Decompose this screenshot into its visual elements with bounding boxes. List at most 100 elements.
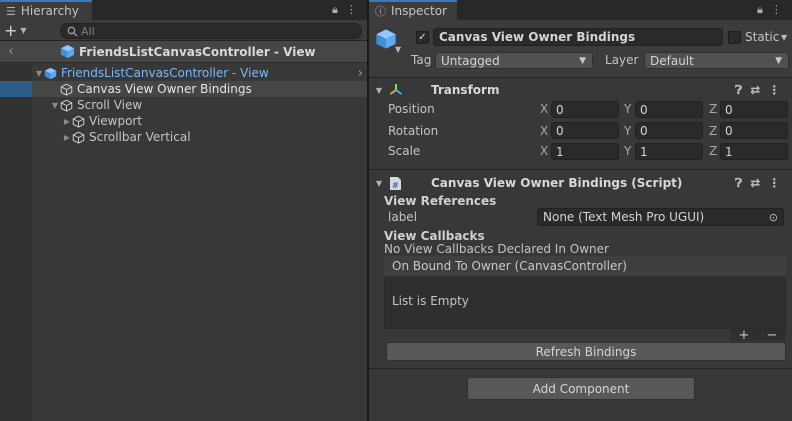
field-value: 1 [725, 144, 733, 159]
field-value: 0 [640, 102, 648, 117]
scale-z-field[interactable]: 1 [720, 143, 788, 160]
axis-y-label: Y [624, 124, 632, 138]
gameobject-cube-icon [376, 29, 396, 49]
svg-text:#: # [392, 181, 399, 190]
expand-arrow-icon[interactable]: ▼ [50, 101, 60, 110]
field-value: 0 [556, 102, 564, 117]
gameobject-cube-icon [72, 115, 85, 128]
chevron-down-icon[interactable]: ▼ [395, 45, 401, 54]
tag-dropdown[interactable]: Untagged ▼ [435, 52, 593, 69]
event-title: On Bound To Owner (CanvasController) [392, 259, 627, 273]
more-menu-icon[interactable]: ⋮ [768, 176, 780, 191]
axis-y-label: Y [624, 144, 632, 158]
add-item-button[interactable]: + [739, 328, 750, 343]
gameobject-cube-icon [60, 83, 73, 96]
tree-item-scrollbar-vertical[interactable]: ▶ Scrollbar Vertical [62, 129, 191, 145]
add-component-label: Add Component [532, 381, 630, 396]
preset-sliders-icon[interactable]: ⇄ [750, 176, 760, 191]
breadcrumb-title: FriendsListCanvasController - View [60, 44, 316, 59]
help-icon[interactable]: ❓︎ [735, 83, 742, 98]
inspector-tab-icons: 🔒︎ ⋮ [757, 3, 782, 17]
layer-dropdown[interactable]: Default ▼ [644, 52, 789, 69]
tree-item-scroll-view[interactable]: ▼ Scroll View [50, 97, 142, 113]
prefab-cube-icon [60, 44, 75, 59]
field-value: 0 [725, 102, 733, 117]
component-header-icons: ❓︎ ⇄ ⋮ [735, 176, 780, 191]
add-component-button[interactable]: Add Component [467, 377, 695, 400]
component-separator [369, 368, 792, 369]
more-menu-icon[interactable]: ⋮ [771, 3, 782, 17]
tab-hierarchy-label: Hierarchy [20, 4, 79, 18]
collapsed-arrow-icon[interactable]: ▶ [62, 133, 72, 142]
component-header-icons: ❓︎ ⇄ ⋮ [735, 83, 780, 98]
refresh-bindings-button[interactable]: Refresh Bindings [386, 342, 786, 361]
foldout-arrow-icon[interactable]: ▼ [369, 86, 389, 95]
back-arrow-icon[interactable]: ‹ [0, 44, 22, 59]
foldout-arrow-icon[interactable]: ▼ [369, 179, 389, 188]
tab-hierarchy[interactable]: ☰ Hierarchy [0, 0, 92, 20]
preset-sliders-icon[interactable]: ⇄ [750, 83, 760, 98]
tree-item-label: Scroll View [77, 98, 143, 112]
add-plus-label: + [4, 21, 18, 40]
hierarchy-panel: ☰ Hierarchy 🔒︎ ⋮ + ▼ All ‹ FriendsListCa… [0, 0, 367, 421]
static-checkbox[interactable] [728, 31, 741, 44]
active-checkbox[interactable]: ✓ [416, 31, 429, 44]
script-header[interactable]: ▼ # Canvas View Owner Bindings (Script) … [369, 173, 792, 193]
gameobject-cube-icon [60, 99, 73, 112]
view-callbacks-header: View Callbacks [384, 229, 485, 243]
add-object-button[interactable]: + ▼ [4, 21, 27, 40]
info-icon: ⓘ [375, 5, 386, 18]
remove-item-button[interactable]: − [767, 328, 778, 343]
rotation-z-field[interactable]: 0 [720, 122, 788, 139]
no-callbacks-text: No View Callbacks Declared In Owner [384, 242, 609, 256]
inspector-panel: ⓘ Inspector 🔒︎ ⋮ ▼ ✓ Canvas View Owner B… [369, 0, 792, 421]
expand-arrow-icon[interactable]: ▼ [34, 69, 44, 78]
rotation-label: Rotation [388, 124, 439, 138]
tree-item-canvas-view-owner-bindings[interactable]: Canvas View Owner Bindings [60, 81, 252, 97]
hierarchy-gutter [0, 64, 32, 421]
tree-item-viewport[interactable]: ▶ Viewport [62, 113, 142, 129]
dropdown-caret-icon: ▼ [775, 55, 782, 66]
axis-x-label: X [540, 102, 549, 116]
refresh-bindings-label: Refresh Bindings [535, 344, 637, 359]
tree-item-label: Viewport [89, 114, 143, 128]
position-z-field[interactable]: 0 [720, 101, 788, 118]
more-menu-icon[interactable]: ⋮ [346, 3, 357, 17]
lock-icon[interactable]: 🔒︎ [757, 3, 763, 17]
scale-x-field[interactable]: 1 [551, 143, 619, 160]
view-references-header: View References [384, 194, 497, 208]
chevron-right-icon[interactable]: › [358, 66, 363, 81]
object-name-field[interactable]: Canvas View Owner Bindings [433, 28, 723, 46]
tab-inspector-label: Inspector [391, 4, 447, 18]
field-value: 0 [725, 123, 733, 138]
selection-gutter-highlight [0, 81, 32, 97]
script-file-icon: # [390, 176, 401, 190]
lock-icon[interactable]: 🔒︎ [332, 3, 338, 17]
more-menu-icon[interactable]: ⋮ [768, 83, 780, 98]
tab-inspector[interactable]: ⓘ Inspector [369, 0, 457, 20]
object-picker-icon[interactable]: ⊙ [769, 211, 778, 224]
dropdown-caret-icon: ▼ [579, 55, 586, 66]
tree-item-root[interactable]: ▼ FriendsListCanvasController - View › [34, 65, 367, 81]
chevron-down-icon[interactable]: ▼ [781, 33, 787, 42]
component-separator [369, 169, 792, 170]
transform-header[interactable]: ▼ Transform ❓︎ ⇄ ⋮ [369, 80, 792, 100]
label-object-field[interactable]: None (Text Mesh Pro UGUI) ⊙ [537, 208, 784, 226]
field-value: 1 [640, 144, 648, 159]
scale-y-field[interactable]: 1 [635, 143, 703, 160]
breadcrumb: ‹ FriendsListCanvasController - View [0, 41, 367, 63]
event-list-header: On Bound To Owner (CanvasController) [384, 256, 786, 276]
tree-item-label: FriendsListCanvasController - View [61, 66, 269, 80]
list-add-remove: + − [730, 328, 786, 343]
search-input[interactable]: All [60, 23, 362, 39]
position-y-field[interactable]: 0 [635, 101, 703, 118]
breadcrumb-label: FriendsListCanvasController - View [79, 44, 316, 59]
list-icon: ☰ [6, 4, 16, 18]
collapsed-arrow-icon[interactable]: ▶ [62, 117, 72, 126]
help-icon[interactable]: ❓︎ [735, 176, 742, 191]
tree-item-label: Scrollbar Vertical [89, 130, 191, 144]
position-x-field[interactable]: 0 [551, 101, 619, 118]
rotation-y-field[interactable]: 0 [635, 122, 703, 139]
rotation-x-field[interactable]: 0 [551, 122, 619, 139]
axis-z-label: Z [709, 124, 718, 138]
